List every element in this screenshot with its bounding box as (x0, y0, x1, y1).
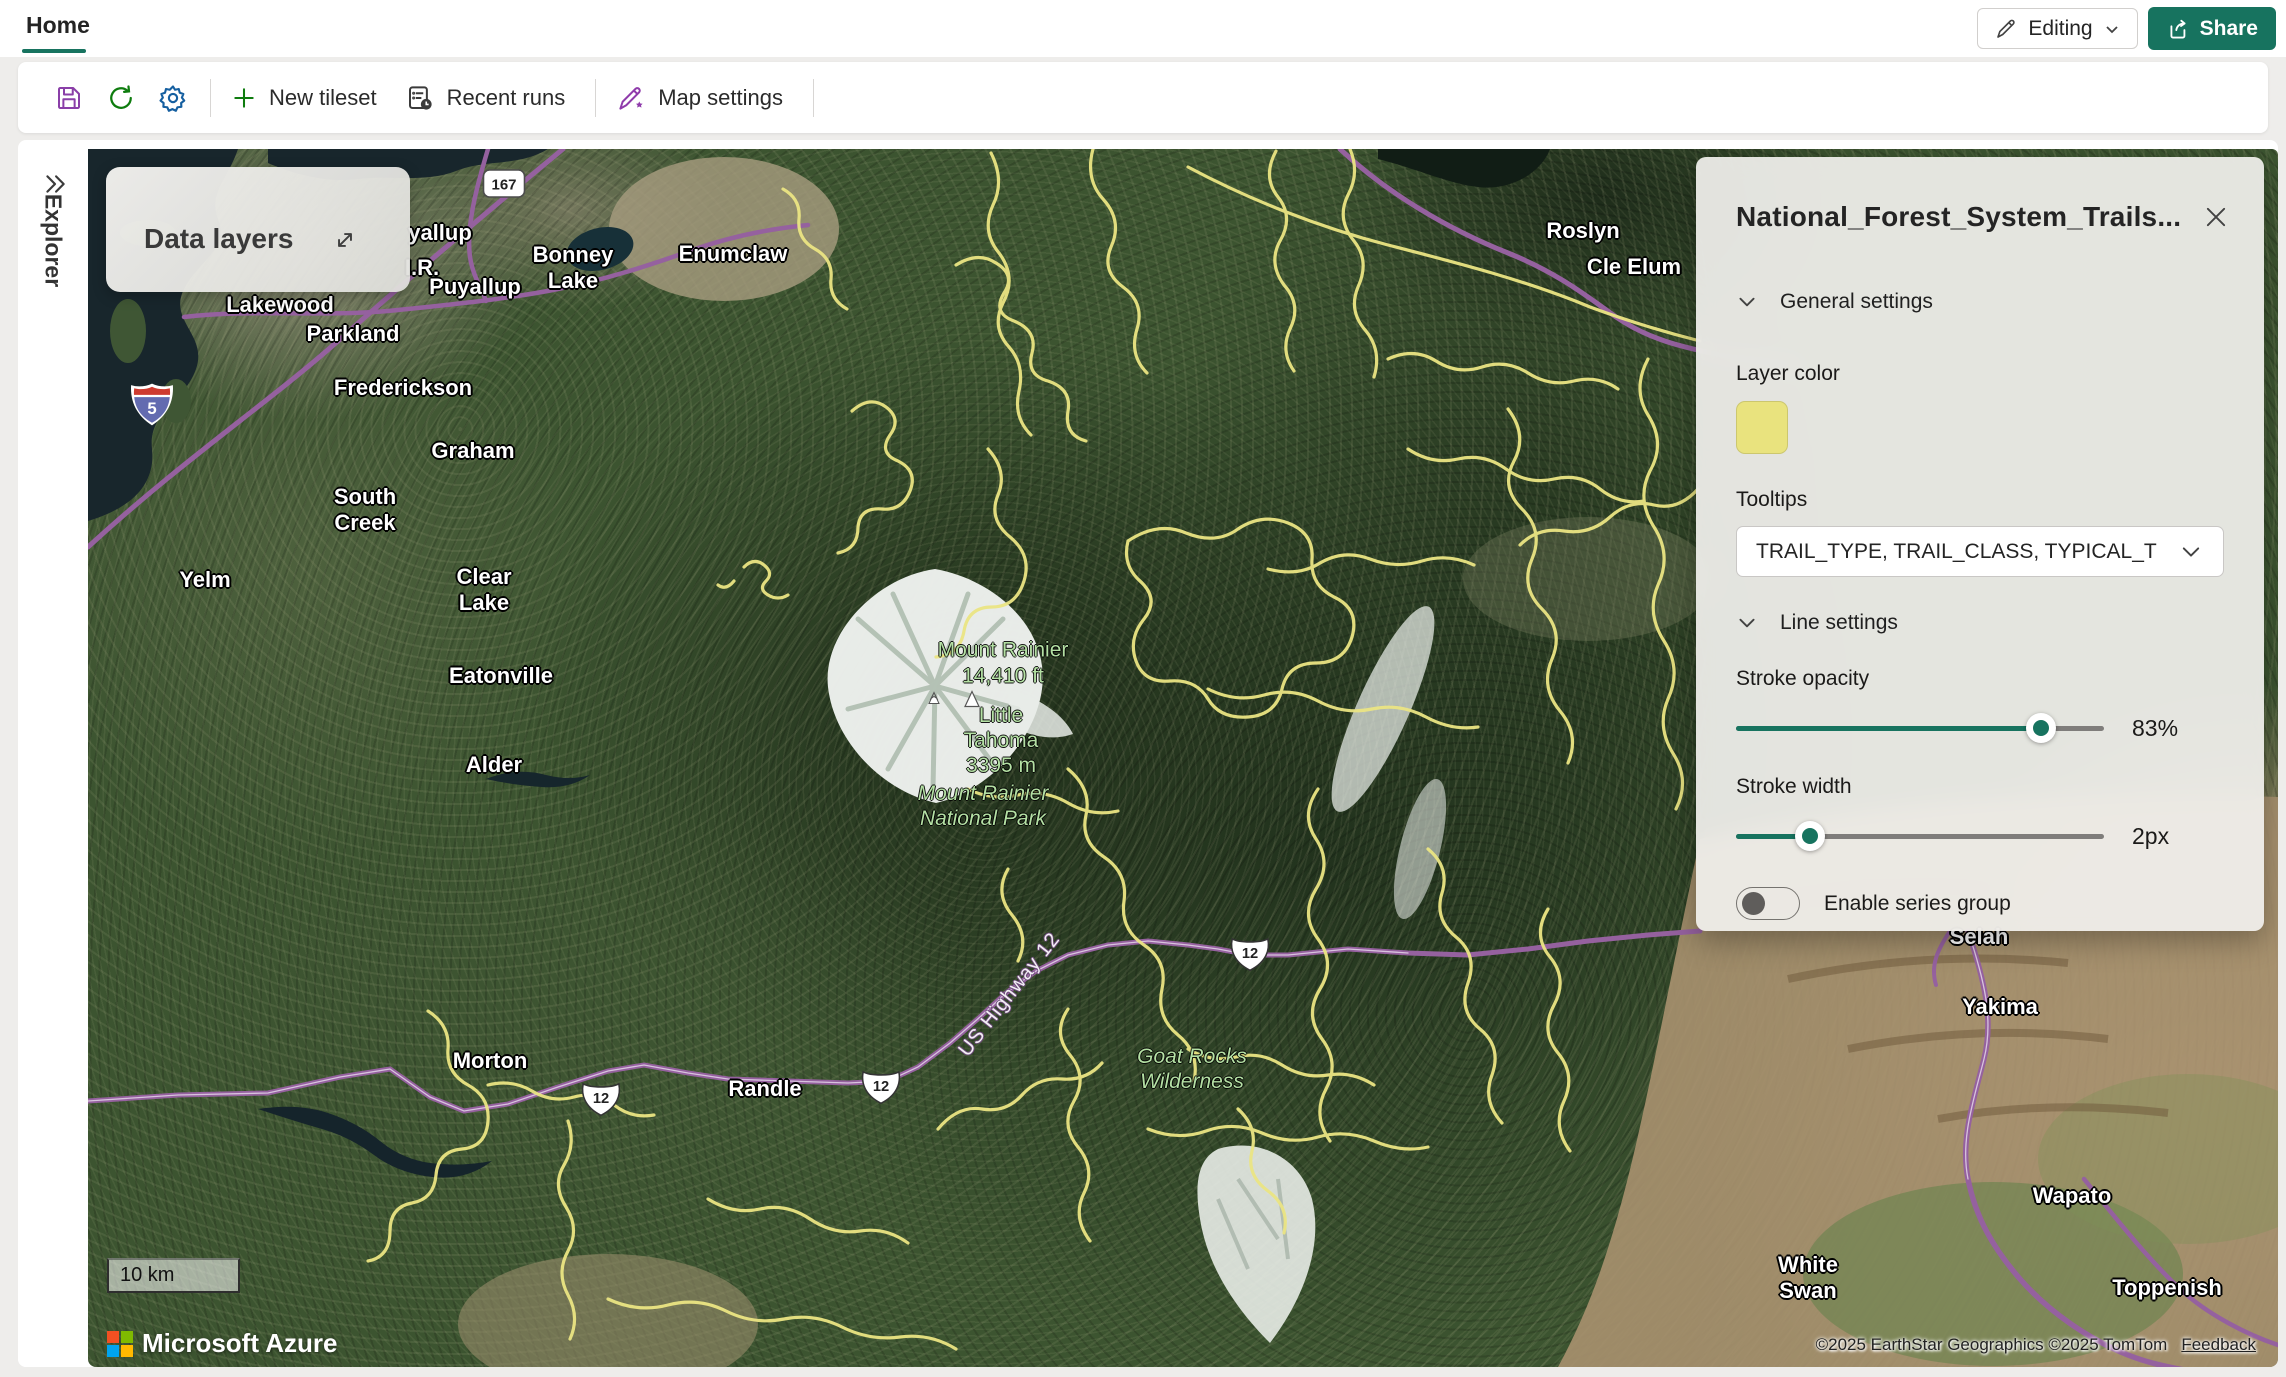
refresh-button[interactable] (104, 81, 138, 115)
section-line-settings[interactable]: Line settings (1736, 611, 2224, 635)
expand-data-layers-button[interactable] (332, 227, 358, 258)
gear-icon (158, 83, 188, 113)
map-settings-label: Map settings (658, 85, 783, 111)
feedback-link[interactable]: Feedback (2181, 1335, 2256, 1355)
stroke-width-slider[interactable] (1736, 821, 2104, 851)
copyright-text: ©2025 EarthStar Geographics ©2025 TomTom (1816, 1335, 2168, 1355)
recent-runs-icon (405, 83, 435, 113)
editing-label: Editing (2028, 17, 2092, 41)
map-scale-bar: 10 km (107, 1258, 240, 1293)
stroke-width-label: Stroke width (1736, 775, 2224, 799)
main-content: Explorer (18, 140, 2278, 1367)
map-settings-icon (616, 83, 646, 113)
share-label: Share (2200, 17, 2258, 41)
map-attribution: ©2025 EarthStar Geographics ©2025 TomTom… (1816, 1335, 2256, 1355)
layer-settings-panel: National_Forest_System_Trails... General… (1696, 157, 2264, 931)
snow-rainier (828, 569, 1073, 803)
save-button[interactable] (52, 81, 86, 115)
enable-series-group-toggle[interactable] (1736, 887, 1800, 920)
scale-label: 10 km (120, 1264, 174, 1287)
app-header: Home Editing Share (0, 0, 2286, 57)
toolbar-divider (813, 79, 814, 117)
toolbar-divider (210, 79, 211, 117)
recent-runs-button[interactable]: Recent runs (405, 83, 566, 113)
stroke-opacity-label: Stroke opacity (1736, 667, 2224, 691)
line-settings-label: Line settings (1780, 611, 1898, 635)
new-tileset-button[interactable]: New tileset (231, 85, 377, 111)
trails-layer (368, 149, 1700, 1349)
section-general-settings[interactable]: General settings (1736, 290, 2224, 314)
diagonal-expand-icon (332, 227, 358, 253)
new-tileset-label: New tileset (269, 85, 377, 111)
share-icon (2166, 16, 2192, 42)
chevron-down-icon (1736, 612, 1758, 634)
map-canvas[interactable]: 167 5 12 12 12 Lakewood Parkland Puyallu… (88, 149, 2278, 1367)
azure-logo-text: Microsoft Azure (142, 1328, 338, 1359)
chevron-down-icon (1736, 291, 1758, 313)
refresh-icon (106, 83, 136, 113)
tooltips-label: Tooltips (1736, 488, 2224, 512)
settings-button[interactable] (156, 81, 190, 115)
stroke-width-value: 2px (2132, 823, 2169, 850)
save-icon (54, 83, 84, 113)
chevron-down-icon (2179, 540, 2203, 564)
toolbar: New tileset Recent runs Map settings (18, 62, 2268, 133)
editing-mode-button[interactable]: Editing (1977, 8, 2137, 49)
toolbar-divider (595, 79, 596, 117)
panel-title: National_Forest_System_Trails... (1736, 201, 2181, 233)
close-panel-button[interactable] (2202, 203, 2230, 234)
data-layers-title: Data layers (144, 223, 293, 255)
layer-color-label: Layer color (1736, 362, 2224, 386)
stroke-opacity-slider[interactable] (1736, 713, 2104, 743)
enable-series-group-label: Enable series group (1824, 892, 2011, 916)
tab-home[interactable]: Home (26, 12, 90, 39)
pencil-icon (1994, 17, 2018, 41)
layer-color-swatch[interactable] (1736, 401, 1788, 454)
tab-underline (22, 49, 86, 53)
share-button[interactable]: Share (2148, 7, 2276, 50)
general-settings-label: General settings (1780, 290, 1933, 314)
azure-logo: Microsoft Azure (107, 1328, 338, 1359)
tooltips-dropdown[interactable]: TRAIL_TYPE, TRAIL_CLASS, TYPICAL_T (1736, 526, 2224, 577)
explorer-sidebar: Explorer (18, 149, 88, 1367)
data-layers-card[interactable]: Data layers (106, 167, 410, 292)
snow-goat-rocks (1197, 1146, 1315, 1343)
recent-runs-label: Recent runs (447, 85, 566, 111)
add-icon (231, 85, 257, 111)
microsoft-logo-icon (107, 1331, 133, 1357)
stroke-opacity-value: 83% (2132, 715, 2178, 742)
map-settings-button[interactable]: Map settings (616, 83, 783, 113)
toggle-knob (1742, 892, 1765, 915)
chevron-down-icon (2103, 20, 2121, 38)
close-icon (2202, 203, 2230, 231)
tooltips-selected-value: TRAIL_TYPE, TRAIL_CLASS, TYPICAL_T (1756, 540, 2157, 564)
water-bodies (88, 149, 1550, 1178)
explorer-title: Explorer (40, 194, 67, 287)
